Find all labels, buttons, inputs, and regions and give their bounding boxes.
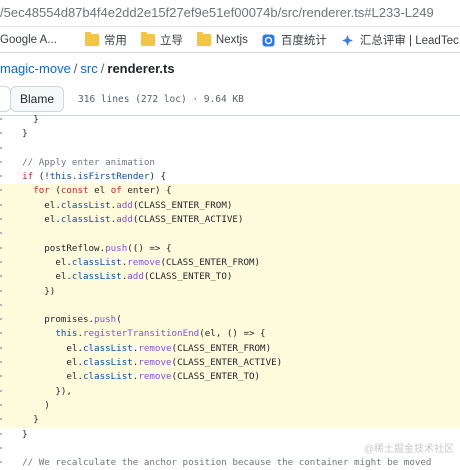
code-line[interactable]: }), (0, 384, 460, 399)
breadcrumb-repo-link[interactable]: magic-move (0, 61, 71, 76)
bookmark-baidu-stats[interactable]: 百度统计 (262, 32, 327, 48)
file-toolbar: Blame 316 lines (272 loc) · 9.64 KB (0, 83, 460, 116)
code-line[interactable]: el.classList.remove(CLASS_ENTER_FROM) (0, 255, 460, 271)
code-text: el.classList.remove(CLASS_ENTER_FROM) (0, 342, 272, 354)
bookmark-label: Google A... (0, 33, 57, 46)
blame-button[interactable]: Blame (10, 86, 65, 112)
line-marker (0, 299, 3, 313)
bookmark-label: 百度统计 (280, 34, 327, 47)
folder-icon (196, 31, 211, 46)
code-line[interactable]: } (0, 127, 460, 141)
code-line[interactable]: el.classList.add(CLASS_ENTER_TO) (0, 270, 460, 285)
code-line[interactable]: el.classList.remove(CLASS_ENTER_ACTIVE) (0, 356, 460, 371)
bookmark-label: 常用 (103, 34, 127, 47)
code-text: }) (0, 285, 56, 297)
code-text: el.classList.add(CLASS_ENTER_FROM) (0, 199, 233, 211)
address-url[interactable]: /5ec48554d87b4f4e2dd2e15f27ef9e51ef00074… (0, 5, 434, 20)
file-info: 316 lines (272 loc) · 9.64 KB (78, 93, 244, 105)
code-line[interactable]: el.classList.add(CLASS_ENTER_FROM) (0, 198, 460, 214)
breadcrumb-separator: / (100, 61, 105, 76)
code-text: } (0, 114, 39, 125)
code-line[interactable]: el.classList.remove(CLASS_ENTER_TO) (0, 370, 460, 385)
watermark: @稀土掘金技术社区 (363, 440, 454, 455)
breadcrumb-separator: / (73, 61, 78, 76)
bookmark-label: 汇总评审 | LeadTec... (359, 34, 460, 47)
code-text: for (const el of enter) { (33, 185, 172, 197)
code-text: // We recalculate the anchor position be… (0, 457, 432, 469)
code-line[interactable]: // We recalculate the anchor position be… (0, 456, 460, 470)
code-line[interactable] (0, 142, 460, 156)
code-text: }), (0, 385, 72, 397)
breadcrumb-file: renderer.ts (107, 61, 175, 76)
folder-icon (140, 31, 155, 46)
folder-icon (84, 31, 99, 46)
code-text: } (0, 128, 28, 140)
line-marker (0, 142, 3, 156)
code-line[interactable]: // Apply enter animation (0, 156, 460, 170)
baidu-stats-icon (262, 34, 276, 46)
code-line[interactable]: if (!this.isFirstRender) { (0, 170, 460, 184)
bookmark-google[interactable]: Google A... (0, 34, 57, 46)
breadcrumb: magic-move / src / renderer.ts (0, 58, 175, 80)
code-text: } (0, 428, 28, 440)
code-line[interactable]: }) (0, 284, 460, 299)
code-line[interactable]: } (0, 113, 460, 127)
code-text: el.classList.remove(CLASS_ENTER_ACTIVE) (0, 357, 283, 369)
code-line[interactable] (0, 298, 460, 314)
bookmark-label: 立导 (159, 34, 183, 47)
code-line[interactable]: ) (0, 398, 460, 414)
code-line[interactable]: el.classList.add(CLASS_ENTER_ACTIVE) (0, 213, 460, 228)
address-bar[interactable]: /5ec48554d87b4f4e2dd2e15f27ef9e51ef00074… (0, 0, 460, 27)
code-text: this.registerTransitionEnd(el, () => { (55, 328, 266, 340)
bookmark-folder-常用[interactable]: 常用 (84, 31, 127, 48)
code-line[interactable]: this.registerTransitionEnd(el, () => { (0, 327, 460, 342)
leadtec-icon (341, 34, 355, 46)
breadcrumb-dir-link[interactable]: src (80, 61, 97, 76)
bookmark-folder-立导[interactable]: 立导 (140, 31, 183, 48)
code-line[interactable]: } (0, 413, 460, 428)
code-text: } (0, 414, 39, 426)
code-line[interactable]: for (const el of enter) { (0, 184, 460, 199)
code-line[interactable] (0, 227, 460, 242)
bookmarks-bar: Google A... 常用 立导 Nextjs 百度统计 汇总评审 | Lea… (0, 27, 460, 53)
code-text: promises.push( (0, 314, 122, 326)
line-marker (0, 442, 3, 456)
code-view: } } // Apply enter animation if (!this.i… (0, 113, 460, 470)
bookmark-label: Nextjs (215, 33, 248, 46)
code-line[interactable]: promises.push( (0, 313, 460, 328)
bookmark-leadtec[interactable]: 汇总评审 | LeadTec... (341, 32, 460, 48)
code-text: el.classList.remove(CLASS_ENTER_FROM) (0, 256, 261, 268)
code-line[interactable]: postReflow.push(() => { (0, 241, 460, 256)
code-text: el.classList.remove(CLASS_ENTER_TO) (0, 371, 261, 383)
bookmark-folder-nextjs[interactable]: Nextjs (196, 31, 248, 46)
code-text: el.classList.add(CLASS_ENTER_ACTIVE) (0, 214, 244, 226)
code-line[interactable]: el.classList.remove(CLASS_ENTER_FROM) (0, 341, 460, 357)
code-text: // Apply enter animation (0, 156, 155, 168)
code-text: el.classList.add(CLASS_ENTER_TO) (0, 271, 233, 283)
code-text: postReflow.push(() => { (0, 242, 172, 254)
code-text: ) (0, 399, 50, 411)
code-text: if (!this.isFirstRender) { (22, 171, 167, 183)
line-marker (0, 227, 3, 241)
